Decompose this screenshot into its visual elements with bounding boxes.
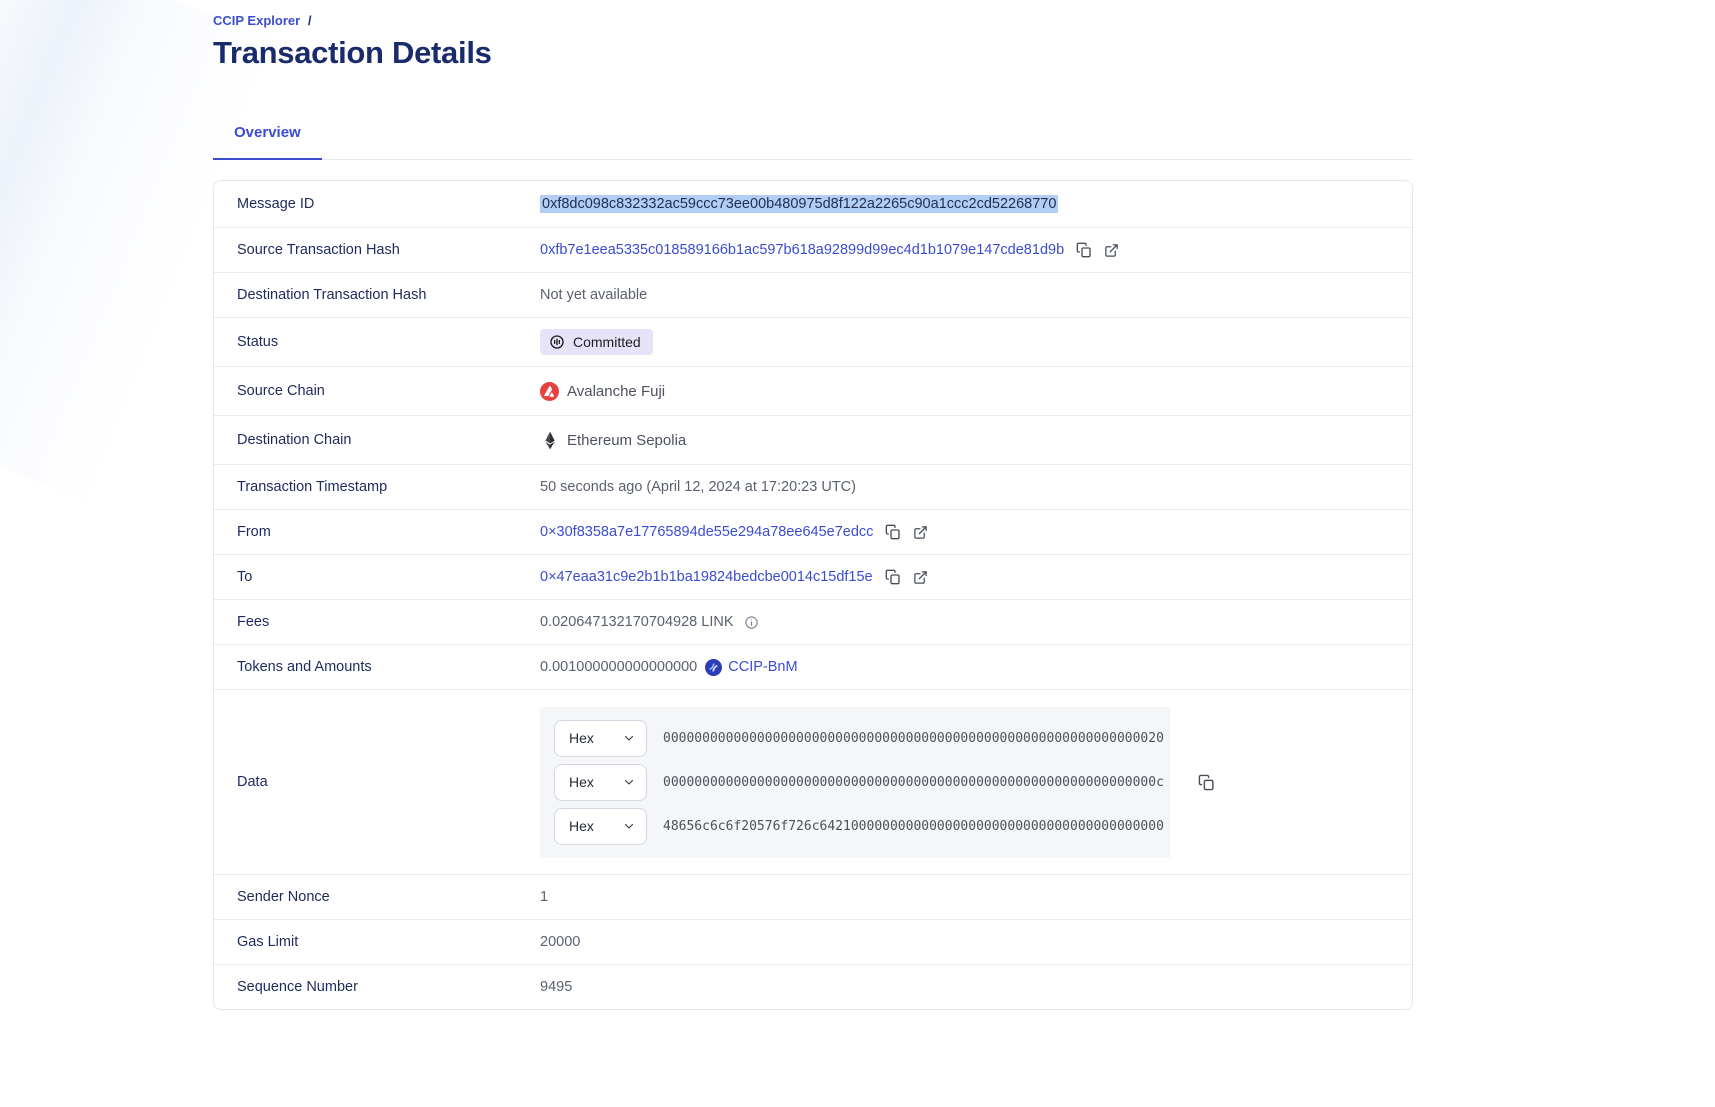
- ethereum-icon: [540, 431, 559, 450]
- chevron-down-icon: [623, 776, 635, 788]
- field-label: Destination Transaction Hash: [214, 287, 540, 303]
- field-label: Destination Chain: [214, 432, 540, 448]
- to-address-link[interactable]: 0×47eaa31c9e2b1b1ba19824bedcbe0014c15df1…: [540, 569, 873, 585]
- field-label: Data: [214, 774, 540, 790]
- field-label: Sequence Number: [214, 979, 540, 995]
- table-row-timestamp: Transaction Timestamp 50 seconds ago (Ap…: [214, 464, 1412, 509]
- copy-icon[interactable]: [1076, 242, 1092, 258]
- gas-limit-value: 20000: [540, 934, 580, 950]
- data-hex-row: Hex 48656c6c6f20576f726c6421000000000000…: [554, 808, 1156, 845]
- data-hex-panel: Hex 000000000000000000000000000000000000…: [540, 707, 1170, 858]
- data-hex-line: 0000000000000000000000000000000000000000…: [663, 775, 1164, 790]
- table-row-gas-limit: Gas Limit 20000: [214, 919, 1412, 964]
- table-row-source-tx-hash: Source Transaction Hash 0xfb7e1eea5335c0…: [214, 227, 1412, 272]
- table-row-dest-chain: Destination Chain Ethereum Sepolia: [214, 415, 1412, 464]
- fees-value: 0.020647132170704928 LINK: [540, 614, 734, 630]
- tab-overview[interactable]: Overview: [213, 109, 322, 160]
- sequence-number-value: 9495: [540, 979, 572, 995]
- field-label: Tokens and Amounts: [214, 659, 540, 675]
- field-label: Message ID: [214, 196, 540, 212]
- external-link-icon[interactable]: [1104, 243, 1119, 258]
- ccip-bnm-token-link[interactable]: CCIP-BnM: [728, 659, 797, 675]
- sender-nonce-value: 1: [540, 889, 548, 905]
- main-content: CCIP Explorer / Transaction Details Over…: [213, 0, 1413, 1010]
- from-address-link[interactable]: 0×30f8358a7e17765894de55e294a78ee645e7ed…: [540, 524, 873, 540]
- external-link-icon[interactable]: [913, 570, 928, 585]
- breadcrumb-separator: /: [308, 13, 312, 28]
- table-row-fees: Fees 0.020647132170704928 LINK: [214, 599, 1412, 644]
- source-tx-hash-link[interactable]: 0xfb7e1eea5335c018589166b1ac597b618a9289…: [540, 242, 1064, 258]
- dest-tx-hash-value: Not yet available: [540, 287, 647, 303]
- source-chain-name: Avalanche Fuji: [567, 383, 665, 400]
- field-label: Source Transaction Hash: [214, 242, 540, 258]
- hex-format-select-value: Hex: [569, 730, 594, 746]
- hex-format-select-value: Hex: [569, 774, 594, 790]
- data-hex-line: 0000000000000000000000000000000000000000…: [663, 731, 1164, 746]
- field-label: Sender Nonce: [214, 889, 540, 905]
- field-label: Gas Limit: [214, 934, 540, 950]
- field-label: Transaction Timestamp: [214, 479, 540, 495]
- committed-status-icon: [549, 334, 565, 350]
- transaction-details-card: Message ID 0xf8dc098c832332ac59ccc73ee00…: [213, 180, 1413, 1010]
- table-row-message-id: Message ID 0xf8dc098c832332ac59ccc73ee00…: [214, 181, 1412, 227]
- token-amount: 0.001000000000000000: [540, 659, 697, 675]
- timestamp-value: 50 seconds ago (April 12, 2024 at 17:20:…: [540, 479, 856, 495]
- hex-format-select[interactable]: Hex: [554, 808, 647, 845]
- external-link-icon[interactable]: [913, 525, 928, 540]
- data-hex-row: Hex 000000000000000000000000000000000000…: [554, 764, 1156, 801]
- table-row-data: Data Hex 0000000000000000000000000000000…: [214, 689, 1412, 874]
- table-row-to: To 0×47eaa31c9e2b1b1ba19824bedcbe0014c15…: [214, 554, 1412, 599]
- field-label: Status: [214, 334, 540, 350]
- table-row-source-chain: Source Chain Avalanche Fuji: [214, 366, 1412, 415]
- breadcrumb: CCIP Explorer /: [213, 13, 1413, 28]
- hex-format-select-value: Hex: [569, 818, 594, 834]
- breadcrumb-ccip-explorer-link[interactable]: CCIP Explorer: [213, 13, 300, 28]
- hex-format-select[interactable]: Hex: [554, 764, 647, 801]
- ccip-bnm-token-icon: [705, 659, 722, 676]
- table-row-sender-nonce: Sender Nonce 1: [214, 874, 1412, 919]
- table-row-tokens: Tokens and Amounts 0.001000000000000000 …: [214, 644, 1412, 689]
- copy-icon[interactable]: [885, 569, 901, 585]
- field-label: To: [214, 569, 540, 585]
- field-label: From: [214, 524, 540, 540]
- status-badge: Committed: [540, 329, 653, 355]
- table-row-from: From 0×30f8358a7e17765894de55e294a78ee64…: [214, 509, 1412, 554]
- copy-icon[interactable]: [885, 524, 901, 540]
- field-label: Source Chain: [214, 383, 540, 399]
- page-title: Transaction Details: [213, 35, 1413, 71]
- avalanche-icon: [540, 382, 559, 401]
- hex-format-select[interactable]: Hex: [554, 720, 647, 757]
- field-label: Fees: [214, 614, 540, 630]
- chevron-down-icon: [623, 820, 635, 832]
- table-row-sequence-number: Sequence Number 9495: [214, 964, 1412, 1009]
- message-id-value: 0xf8dc098c832332ac59ccc73ee00b480975d8f1…: [540, 195, 1058, 213]
- info-icon[interactable]: [744, 615, 759, 630]
- data-hex-line: 48656c6c6f20576f726c64210000000000000000…: [663, 819, 1164, 834]
- data-hex-row: Hex 000000000000000000000000000000000000…: [554, 720, 1156, 757]
- table-row-dest-tx-hash: Destination Transaction Hash Not yet ava…: [214, 272, 1412, 317]
- dest-chain-name: Ethereum Sepolia: [567, 432, 686, 449]
- chevron-down-icon: [623, 732, 635, 744]
- status-badge-label: Committed: [573, 334, 641, 350]
- tab-bar: Overview: [213, 109, 1413, 160]
- copy-icon[interactable]: [1198, 774, 1215, 791]
- table-row-status: Status Committed: [214, 317, 1412, 366]
